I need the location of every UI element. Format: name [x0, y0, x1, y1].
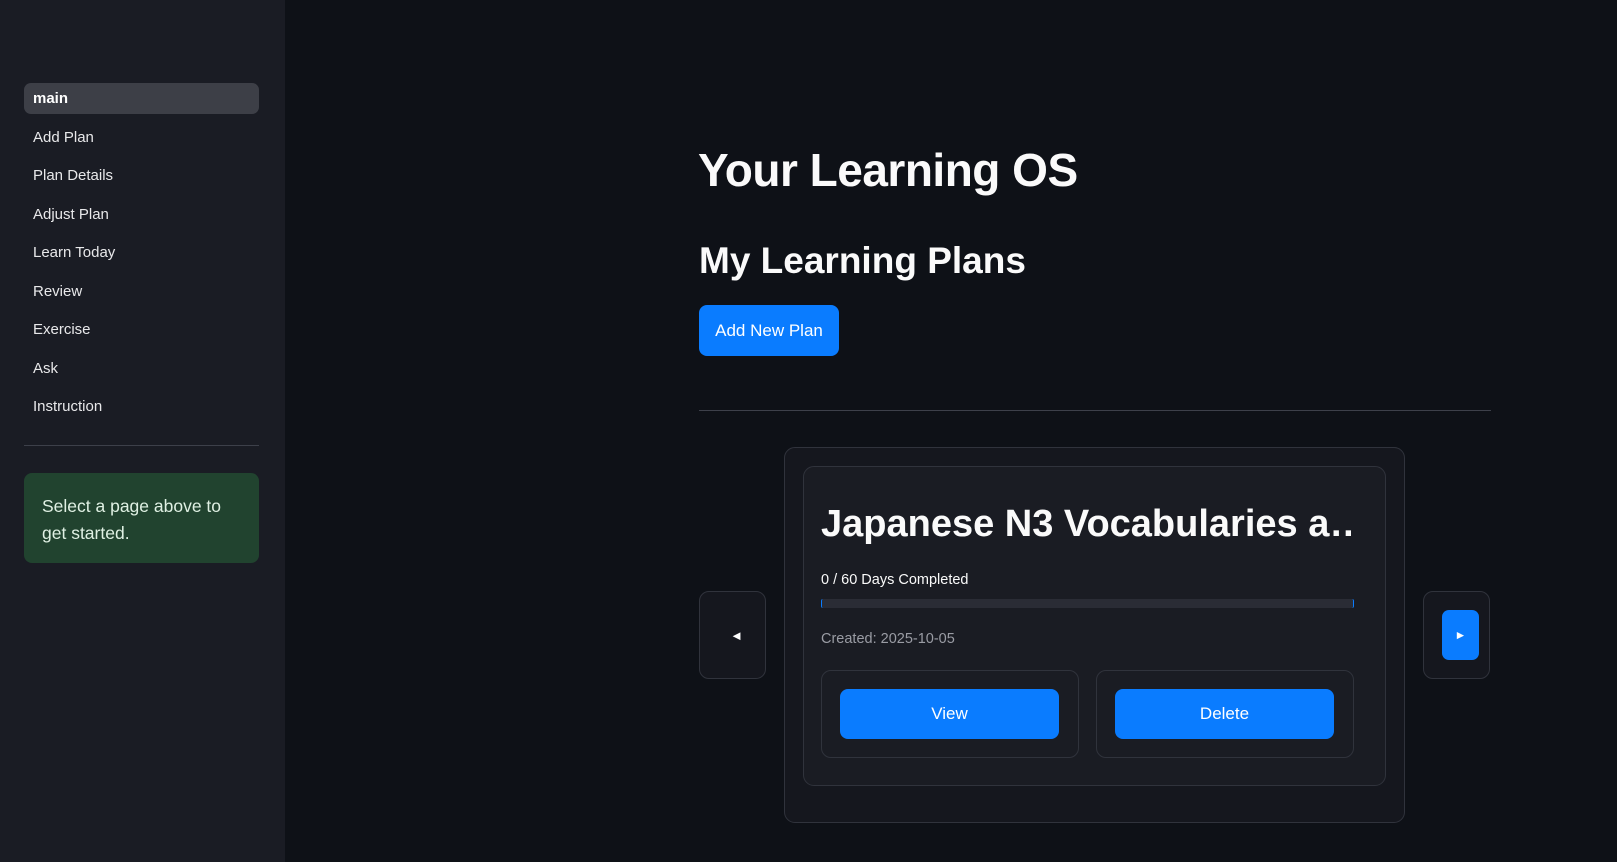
sidebar-item-exercise[interactable]: Exercise	[24, 314, 259, 345]
created-date: Created: 2025-10-05	[821, 631, 955, 647]
sidebar-item-learn-today[interactable]: Learn Today	[24, 237, 259, 268]
chevron-right-icon: ►	[1454, 628, 1467, 642]
chevron-left-icon: ◄	[730, 627, 743, 643]
sidebar-item-adjust-plan[interactable]: Adjust Plan	[24, 199, 259, 230]
view-button-container: View	[821, 670, 1079, 758]
sidebar: main Add Plan Plan Details Adjust Plan L…	[0, 0, 285, 862]
carousel-prev-button[interactable]: ◄	[699, 591, 766, 679]
sidebar-item-instruction[interactable]: Instruction	[24, 391, 259, 422]
add-new-plan-button[interactable]: Add New Plan	[699, 305, 839, 356]
view-button[interactable]: View	[840, 689, 1059, 739]
sidebar-item-main[interactable]: main	[24, 83, 259, 114]
delete-button[interactable]: Delete	[1115, 689, 1334, 739]
delete-button-container: Delete	[1096, 670, 1354, 758]
carousel-next-container: ►	[1423, 591, 1490, 679]
sidebar-divider	[24, 445, 259, 446]
section-title: My Learning Plans	[699, 240, 1026, 281]
sidebar-item-review[interactable]: Review	[24, 276, 259, 307]
plan-title: Japanese N3 Vocabularies a…	[821, 503, 1351, 545]
progress-bar	[821, 599, 1354, 608]
sidebar-item-ask[interactable]: Ask	[24, 353, 259, 384]
sidebar-nav: main Add Plan Plan Details Adjust Plan L…	[24, 83, 259, 430]
sidebar-info-message: Select a page above to get started.	[24, 473, 259, 563]
page-title: Your Learning OS	[698, 144, 1078, 196]
sidebar-item-plan-details[interactable]: Plan Details	[24, 160, 259, 191]
sidebar-item-add-plan[interactable]: Add Plan	[24, 122, 259, 153]
main-divider	[699, 410, 1491, 411]
progress-label: 0 / 60 Days Completed	[821, 572, 969, 588]
carousel-next-button[interactable]: ►	[1442, 610, 1479, 660]
